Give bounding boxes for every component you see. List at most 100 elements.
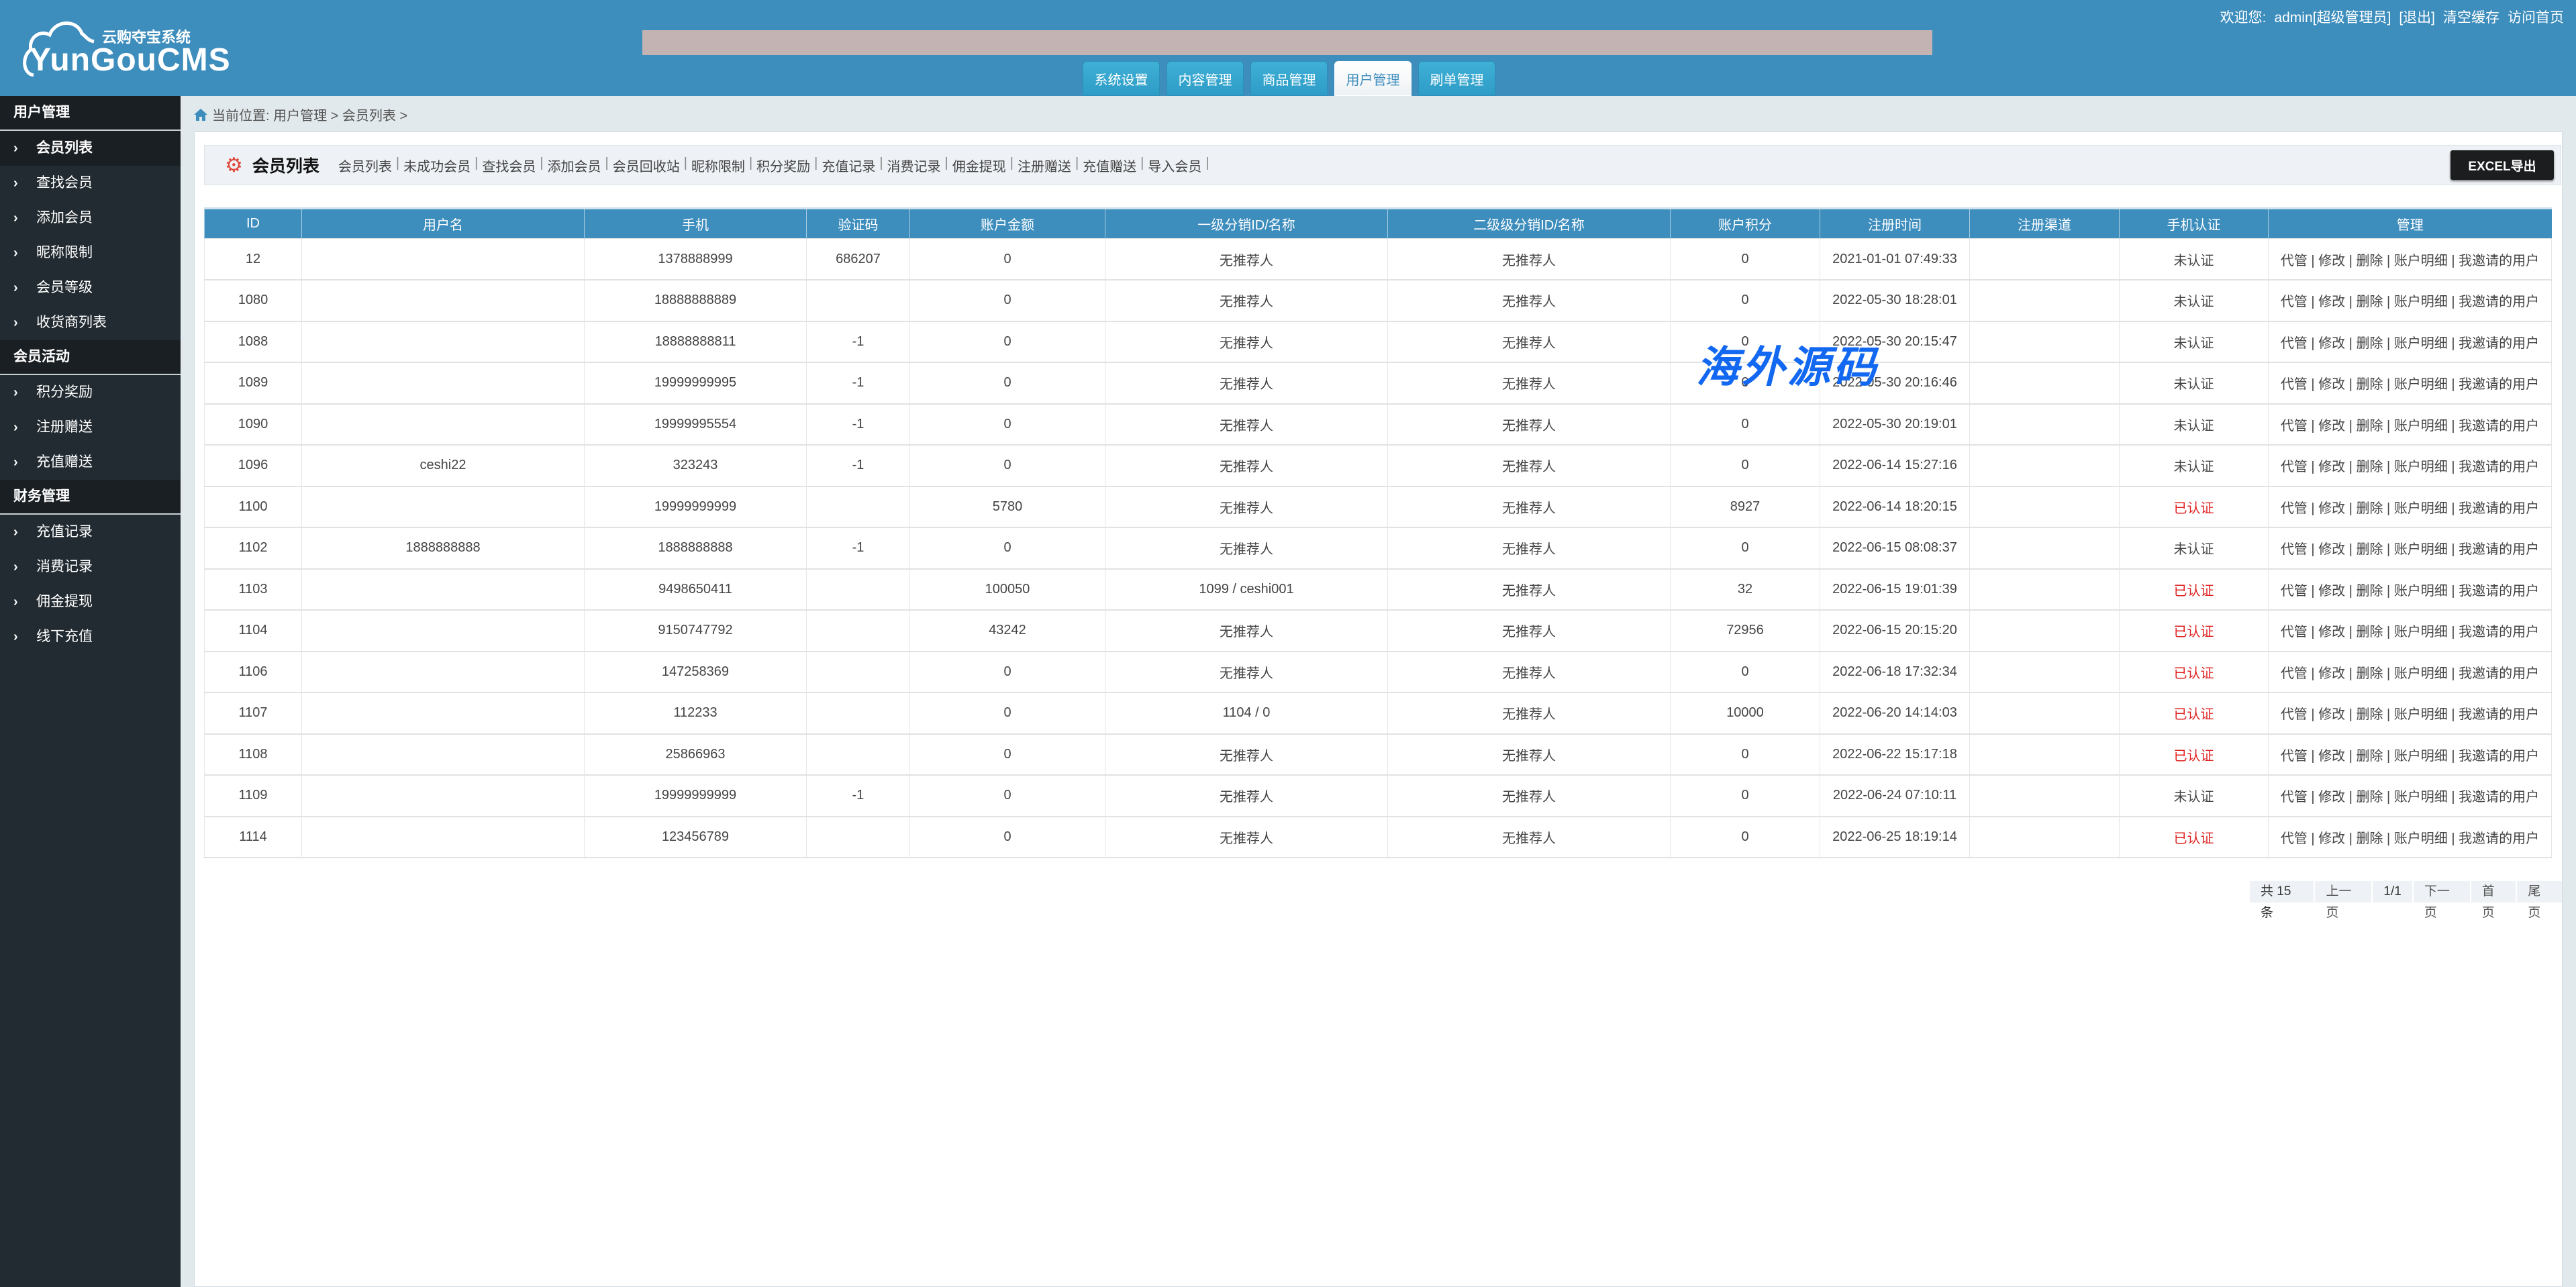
next-page-button[interactable]: 下一页: [2413, 881, 2470, 920]
action-link[interactable]: 删除: [2357, 584, 2383, 599]
home-icon[interactable]: [193, 107, 208, 122]
action-link[interactable]: 我邀请的用户: [2459, 749, 2539, 764]
action-link[interactable]: 代管: [2281, 377, 2308, 392]
action-link[interactable]: 修改: [2318, 501, 2345, 516]
sidebar-item[interactable]: › 收货商列表: [0, 305, 181, 340]
action-link[interactable]: 修改: [2318, 460, 2345, 474]
action-link[interactable]: 修改: [2318, 625, 2345, 639]
action-link[interactable]: 代管: [2281, 749, 2308, 764]
action-link[interactable]: 我邀请的用户: [2459, 419, 2539, 433]
action-link[interactable]: 账户明细: [2394, 707, 2448, 722]
sidebar-item[interactable]: › 充值赠送: [0, 445, 181, 480]
action-link[interactable]: 删除: [2357, 542, 2383, 557]
action-link[interactable]: 删除: [2357, 625, 2383, 639]
action-link[interactable]: 代管: [2281, 790, 2308, 805]
action-link[interactable]: 我邀请的用户: [2459, 831, 2539, 846]
sidebar-item[interactable]: › 添加会员: [0, 201, 181, 236]
action-link[interactable]: 代管: [2281, 542, 2308, 557]
tab-user-management[interactable]: 用户管理: [1334, 61, 1411, 96]
action-link[interactable]: 删除: [2357, 707, 2383, 722]
excel-export-button[interactable]: EXCEL导出: [2450, 150, 2554, 180]
action-link[interactable]: 修改: [2318, 666, 2345, 681]
action-link[interactable]: 我邀请的用户: [2459, 542, 2539, 557]
sub-nav-link[interactable]: 添加会员: [548, 156, 601, 175]
action-link[interactable]: 删除: [2357, 831, 2383, 846]
action-link[interactable]: 修改: [2318, 419, 2345, 433]
action-link[interactable]: 账户明细: [2394, 254, 2448, 268]
action-link[interactable]: 修改: [2318, 254, 2345, 268]
action-link[interactable]: 账户明细: [2394, 584, 2448, 599]
action-link[interactable]: 代管: [2281, 254, 2308, 268]
sidebar-item[interactable]: › 消费记录: [0, 550, 181, 584]
action-link[interactable]: 删除: [2357, 790, 2383, 805]
sub-nav-link[interactable]: 未成功会员: [403, 156, 470, 175]
tab-product-management[interactable]: 商品管理: [1250, 61, 1328, 96]
sidebar-item[interactable]: › 查找会员: [0, 166, 181, 201]
action-link[interactable]: 我邀请的用户: [2459, 501, 2539, 516]
clear-cache-link[interactable]: 清空缓存: [2443, 7, 2499, 27]
tab-content-management[interactable]: 内容管理: [1167, 61, 1244, 96]
sub-nav-link[interactable]: 查找会员: [482, 156, 536, 175]
action-link[interactable]: 我邀请的用户: [2459, 666, 2539, 681]
action-link[interactable]: 账户明细: [2394, 625, 2448, 639]
sidebar-item[interactable]: › 积分奖励: [0, 375, 181, 410]
action-link[interactable]: 账户明细: [2394, 790, 2448, 805]
action-link[interactable]: 代管: [2281, 666, 2308, 681]
sub-nav-link[interactable]: 会员回收站: [613, 156, 680, 175]
action-link[interactable]: 我邀请的用户: [2459, 790, 2539, 805]
action-link[interactable]: 账户明细: [2394, 666, 2448, 681]
sidebar-item[interactable]: › 注册赠送: [0, 410, 181, 445]
action-link[interactable]: 修改: [2318, 831, 2345, 846]
action-link[interactable]: 代管: [2281, 419, 2308, 433]
action-link[interactable]: 我邀请的用户: [2459, 295, 2539, 309]
action-link[interactable]: 修改: [2318, 542, 2345, 557]
last-page-button[interactable]: 尾页: [2517, 881, 2562, 920]
tab-order-brushing[interactable]: 刷单管理: [1418, 61, 1495, 96]
sub-nav-link[interactable]: 充值赠送: [1083, 156, 1136, 175]
action-link[interactable]: 修改: [2318, 295, 2345, 309]
action-link[interactable]: 账户明细: [2394, 542, 2448, 557]
tab-system-settings[interactable]: 系统设置: [1083, 61, 1160, 96]
action-link[interactable]: 代管: [2281, 460, 2308, 474]
action-link[interactable]: 修改: [2318, 377, 2345, 392]
visit-home-link[interactable]: 访问首页: [2508, 7, 2564, 27]
logout-link[interactable]: [退出]: [2399, 7, 2435, 27]
action-link[interactable]: 删除: [2357, 749, 2383, 764]
sub-nav-link[interactable]: 导入会员: [1148, 156, 1201, 175]
action-link[interactable]: 我邀请的用户: [2459, 707, 2539, 722]
action-link[interactable]: 修改: [2318, 584, 2345, 599]
action-link[interactable]: 删除: [2357, 377, 2383, 392]
sub-nav-link[interactable]: 昵称限制: [691, 156, 745, 175]
sub-nav-link[interactable]: 注册赠送: [1018, 156, 1071, 175]
action-link[interactable]: 账户明细: [2394, 831, 2448, 846]
sub-nav-link[interactable]: 充值记录: [822, 156, 875, 175]
sidebar-item[interactable]: › 会员等级: [0, 270, 181, 305]
action-link[interactable]: 代管: [2281, 707, 2308, 722]
action-link[interactable]: 代管: [2281, 831, 2308, 846]
action-link[interactable]: 我邀请的用户: [2459, 377, 2539, 392]
action-link[interactable]: 代管: [2281, 336, 2308, 351]
first-page-button[interactable]: 首页: [2471, 881, 2516, 920]
action-link[interactable]: 代管: [2281, 625, 2308, 639]
action-link[interactable]: 账户明细: [2394, 419, 2448, 433]
action-link[interactable]: 账户明细: [2394, 460, 2448, 474]
action-link[interactable]: 账户明细: [2394, 377, 2448, 392]
action-link[interactable]: 账户明细: [2394, 501, 2448, 516]
action-link[interactable]: 删除: [2357, 666, 2383, 681]
action-link[interactable]: 账户明细: [2394, 749, 2448, 764]
prev-page-button[interactable]: 上一页: [2315, 881, 2372, 920]
action-link[interactable]: 账户明细: [2394, 295, 2448, 309]
sidebar-item[interactable]: › 充值记录: [0, 515, 181, 550]
action-link[interactable]: 我邀请的用户: [2459, 254, 2539, 268]
action-link[interactable]: 账户明细: [2394, 336, 2448, 351]
action-link[interactable]: 我邀请的用户: [2459, 460, 2539, 474]
sidebar-item[interactable]: › 佣金提现: [0, 584, 181, 619]
action-link[interactable]: 删除: [2357, 295, 2383, 309]
sidebar-item[interactable]: › 昵称限制: [0, 236, 181, 270]
action-link[interactable]: 删除: [2357, 336, 2383, 351]
action-link[interactable]: 代管: [2281, 501, 2308, 516]
action-link[interactable]: 修改: [2318, 336, 2345, 351]
sidebar-item[interactable]: › 会员列表: [0, 131, 181, 166]
action-link[interactable]: 删除: [2357, 254, 2383, 268]
sub-nav-link[interactable]: 消费记录: [887, 156, 941, 175]
